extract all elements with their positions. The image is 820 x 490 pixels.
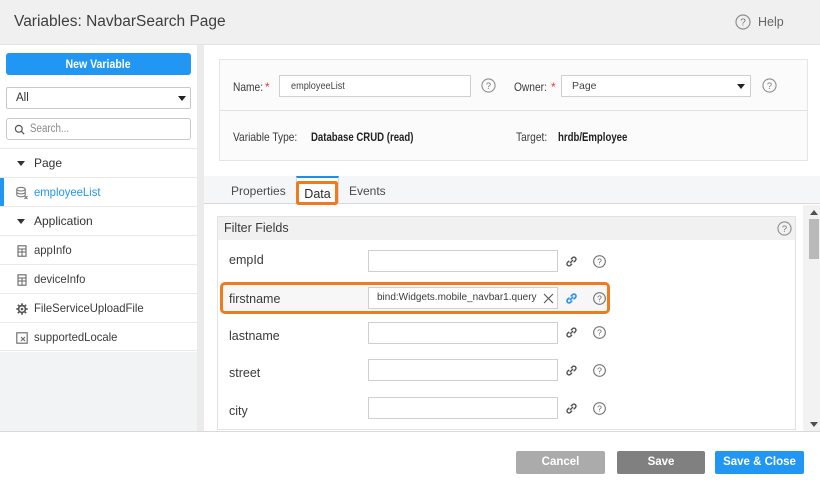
svg-text:?: ?	[767, 81, 772, 91]
svg-text:?: ?	[740, 18, 746, 29]
svg-text:?: ?	[597, 403, 602, 413]
svg-text:?: ?	[597, 327, 602, 337]
svg-text:?: ?	[486, 81, 491, 91]
svg-text:?: ?	[597, 256, 602, 266]
svg-text:?: ?	[597, 293, 602, 303]
svg-text:?: ?	[782, 224, 787, 234]
svg-text:?: ?	[597, 365, 602, 375]
